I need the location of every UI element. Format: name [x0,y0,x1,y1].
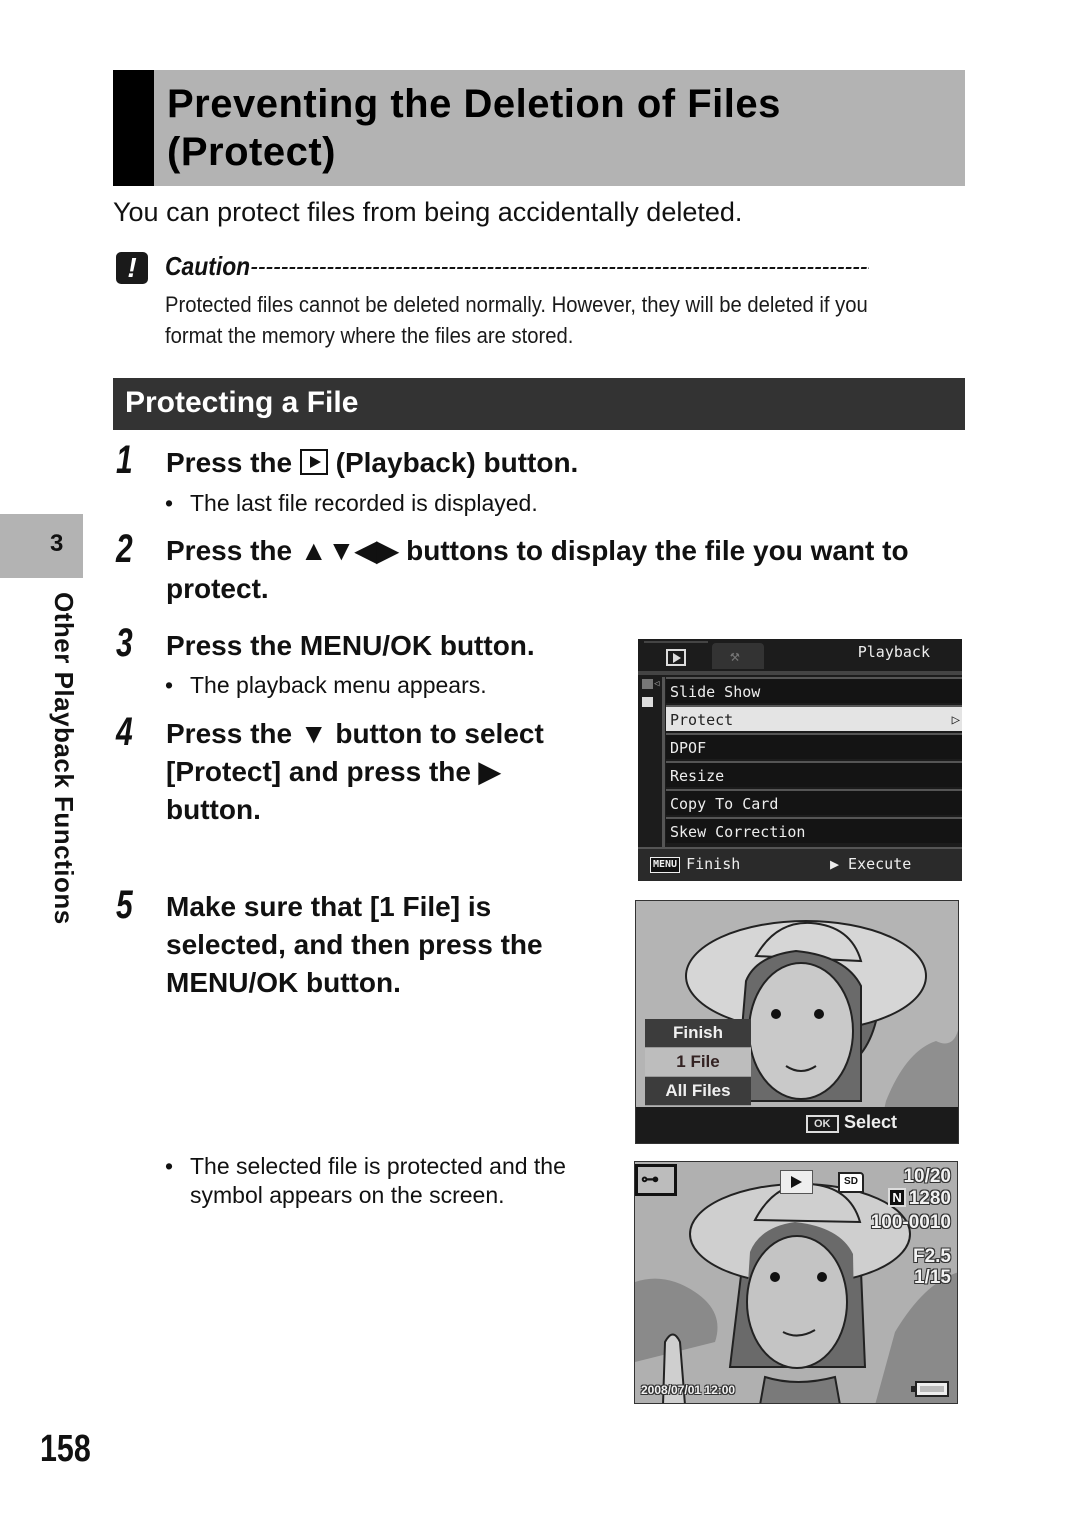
page-title-line2: (Protect) [167,130,336,174]
camera-protected-screen: ⊶ SD 10/20 N 1280 100-0010 F2.5 1/15 2008… [634,1161,958,1404]
menu-item-skew-correction[interactable]: Skew Correction [666,817,962,843]
step-number: 2 [116,527,133,571]
image-size-value: 1280 [908,1188,951,1209]
page-indicator-2 [642,697,653,707]
page-title: Preventing the Deletion of Files (Protec… [167,80,957,176]
option-all-files[interactable]: All Files [645,1077,751,1106]
menu-title: Playback [857,643,930,661]
playback-mode-icon [780,1170,813,1194]
caution-text: Protected files cannot be deleted normal… [165,292,868,348]
menu-item-copy-to-card[interactable]: Copy To Card [666,789,962,815]
step-text: Press the ▼ button to select [Protect] a… [166,718,544,825]
key-icon: ⊶ [641,1169,659,1189]
step-bullet: The selected file is protected and the s… [165,1152,610,1210]
protect-indicator: ⊶ [635,1164,677,1196]
step-text: Press the MENU/OK button. [166,630,535,661]
menu-footer: MENU Finish ▶ Execute [638,847,962,881]
sd-card-icon: SD [838,1172,864,1193]
title-accent-bar [113,70,154,186]
file-number: 100-0010 [870,1212,951,1233]
step-text: Make sure that [1 File] is selected, and… [166,891,543,998]
aperture: F2.5 [912,1246,951,1267]
menu-scrollbar [662,677,665,847]
menu-item-label: Protect [670,711,734,729]
camera-protect-select-screen: Finish 1 File All Files OK Select [635,900,959,1144]
section-title: Protecting a File [125,386,359,419]
protect-options: Finish 1 File All Files [645,1019,751,1106]
footer-finish: Finish [686,855,741,873]
page-indicator-1 [642,679,653,689]
quality-icon: N [888,1188,906,1207]
option-1-file[interactable]: 1 File [645,1048,751,1077]
step-bullet: The last file recorded is displayed. [165,489,538,518]
step-text-before: Press the [166,447,293,478]
select-label: Select [844,1112,898,1132]
left-arrow-icon: ◁ [654,679,660,689]
step-number: 4 [116,710,133,754]
step-text: Press the (Playback) button. [166,444,946,482]
page-number: 158 [40,1428,91,1470]
footer-execute: ▶ Execute [830,855,912,873]
chapter-tab [0,514,83,578]
playback-icon [299,449,328,475]
exclamation-icon: ! [116,252,148,284]
menu-page-indicator: ◁ [642,677,662,847]
menu-key-icon: MENU [650,857,681,873]
caution-label: Caution [165,251,251,281]
setup-tab[interactable]: ⚒ [712,643,764,669]
step-number: 3 [116,621,133,665]
menu-divider [638,671,962,675]
chevron-right-icon: ▷ [951,712,960,728]
step-text: Press the ▲▼◀▶ buttons to display the fi… [166,535,909,604]
caution-divider: ----------------------------------------… [250,251,869,281]
wrench-icon: ⚒ [730,646,740,665]
battery-icon [911,1381,949,1397]
menu-item-dpof[interactable]: DPOF [666,733,962,759]
image-size: N 1280 [888,1188,951,1210]
step-text-after: (Playback) button. [335,447,579,478]
menu-item-protect[interactable]: Protect ▷ [666,705,962,731]
ok-key-icon: OK [806,1115,839,1133]
playback-icon [666,649,686,666]
camera-menu-screen: ⚒ Playback ◁ Slide Show Protect ▷ DPOF Re… [638,639,962,881]
frame-count: 10/20 [903,1166,951,1187]
option-finish[interactable]: Finish [645,1019,751,1048]
menu-item-resize[interactable]: Resize [666,761,962,787]
step-bullet: The playback menu appears. [165,671,487,700]
step-number: 1 [116,438,133,482]
shutter-speed: 1/15 [914,1267,951,1288]
chapter-label: Other Playback Functions [49,592,79,925]
select-bar: OK Select [636,1107,958,1143]
page-title-line1: Preventing the Deletion of Files [167,82,781,126]
chapter-number: 3 [50,530,64,557]
intro-text: You can protect files from being acciden… [113,197,743,227]
caution-heading: Caution---------------------------------… [165,251,869,282]
step-number: 5 [116,883,133,927]
menu-item-slide-show[interactable]: Slide Show [666,677,962,703]
date-time: 2008/07/01 12:00 [641,1383,736,1397]
playback-tab[interactable] [644,641,708,673]
